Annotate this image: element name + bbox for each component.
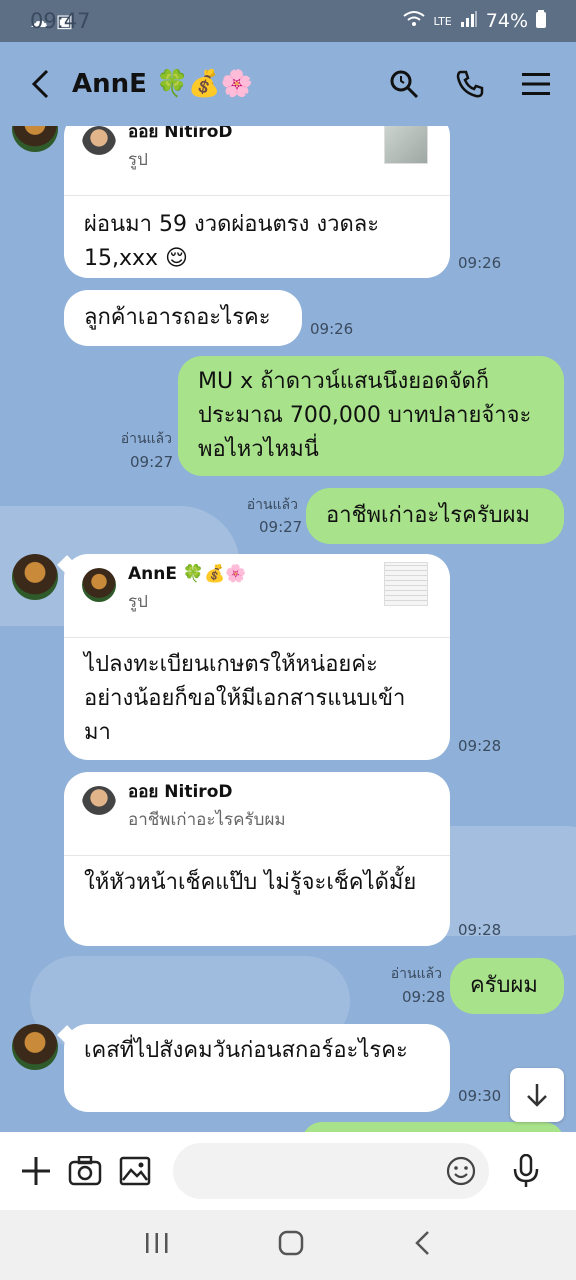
- message-text: MU x ถ้าดาวน์แสนนึงยอดจัดก็ประมาณ 700,00…: [198, 369, 532, 462]
- message-text: เคสที่ไปสังคมวันก่อนสกอร์อะไรคะ: [84, 1038, 408, 1063]
- message-bubble[interactable]: ลูกค้าเอารถอะไรคะ: [64, 290, 302, 346]
- recent-apps-icon[interactable]: [144, 1231, 170, 1259]
- message-bubble[interactable]: เคสที่ไปสังคมวันก่อนสกอร์อะไรคะ: [64, 1024, 450, 1112]
- avatar[interactable]: [12, 126, 58, 152]
- reply-content: รูป: [128, 592, 148, 612]
- reply-content: อาชีพเก่าอะไรครับผม: [128, 810, 286, 830]
- emoji-icon[interactable]: [445, 1155, 477, 1192]
- message-time: 09:26: [310, 320, 354, 338]
- search-icon[interactable]: [384, 64, 424, 104]
- avatar[interactable]: [12, 554, 58, 600]
- reply-sender-name: ออย NitiroD: [128, 782, 233, 802]
- reply-message-bubble[interactable]: AnnE 🍀💰🌸 รูป ไปลงทะเบียนเกษตรให้หน่อยค่ะ…: [64, 554, 450, 760]
- gallery-icon[interactable]: [117, 1150, 153, 1192]
- message-bubble[interactable]: อาชีพเก่าอะไรครับผม: [306, 488, 564, 544]
- scroll-to-bottom-button[interactable]: [510, 1068, 564, 1122]
- message-time: 09:28: [402, 988, 446, 1006]
- read-status: อ่านแล้ว: [246, 497, 298, 513]
- message-time: 09:28: [458, 921, 502, 939]
- signal-icon: [460, 10, 478, 32]
- chat-header: AnnE 🍀💰🌸: [0, 42, 576, 126]
- reply-image-thumbnail: [384, 562, 428, 606]
- reply-preview[interactable]: ออย NitiroD อาชีพเก่าอะไรครับผม: [64, 772, 450, 856]
- message-time: 09:26: [458, 254, 502, 272]
- microphone-icon[interactable]: [509, 1150, 545, 1192]
- message-bubble[interactable]: [302, 1122, 564, 1132]
- read-status: อ่านแล้ว: [120, 431, 172, 447]
- reply-avatar: [82, 126, 116, 160]
- message-time: 09:30: [458, 1087, 502, 1105]
- phone-icon[interactable]: [450, 64, 490, 104]
- network-label: LTE: [433, 14, 452, 28]
- reply-avatar: [82, 786, 116, 820]
- back-button[interactable]: [20, 64, 60, 104]
- message-time: 09:27: [259, 518, 303, 536]
- message-text: ให้หัวหน้าเช็คแป๊บ ไม่รู้จะเช็คได้มั้ย: [84, 870, 417, 895]
- message-text: ครับผม: [470, 973, 538, 998]
- reply-content: รูป: [128, 150, 148, 170]
- plus-icon[interactable]: [18, 1150, 54, 1192]
- battery-percent: 74%: [485, 10, 528, 32]
- status-time: 09:47: [30, 9, 91, 33]
- back-nav-icon[interactable]: [412, 1230, 432, 1260]
- chat-area[interactable]: ออย NitiroD รูป ผ่อนมา 59 งวดผ่อนตรง งวด…: [0, 126, 576, 1132]
- message-input-bar: [0, 1132, 576, 1210]
- contact-name[interactable]: AnnE 🍀💰🌸: [72, 69, 253, 99]
- reply-sender-name: ออย NitiroD: [128, 126, 233, 142]
- reply-preview[interactable]: ออย NitiroD รูป: [64, 126, 450, 196]
- message-bubble[interactable]: MU x ถ้าดาวน์แสนนึงยอดจัดก็ประมาณ 700,00…: [178, 356, 564, 476]
- camera-icon[interactable]: [68, 1150, 104, 1192]
- battery-icon: [536, 9, 546, 33]
- message-input[interactable]: [172, 1143, 489, 1199]
- reply-avatar: [82, 568, 116, 602]
- wifi-icon: [403, 10, 426, 33]
- reply-message-bubble[interactable]: ออย NitiroD อาชีพเก่าอะไรครับผม ให้หัวหน…: [64, 772, 450, 946]
- reply-message-bubble[interactable]: ออย NitiroD รูป ผ่อนมา 59 งวดผ่อนตรง งวด…: [64, 126, 450, 278]
- status-bar: 09:47 ☁ ▣ LTE 74%: [0, 0, 576, 42]
- home-icon[interactable]: [278, 1230, 304, 1260]
- message-text: อาชีพเก่าอะไรครับผม: [326, 503, 530, 528]
- message-text: ไปลงทะเบียนเกษตรให้หน่อยค่ะ อย่างน้อยก็ข…: [84, 652, 406, 745]
- message-time: 09:28: [458, 737, 502, 755]
- message-text: ลูกค้าเอารถอะไรคะ: [84, 305, 271, 330]
- message-time: 09:27: [130, 453, 174, 471]
- menu-icon[interactable]: [516, 64, 556, 104]
- reply-sender-name: AnnE 🍀💰🌸: [128, 564, 247, 584]
- message-bubble[interactable]: ครับผม: [450, 958, 564, 1014]
- message-text: ผ่อนมา 59 งวดผ่อนตรง งวดละ 15,xxx 😌: [84, 212, 380, 271]
- read-status: อ่านแล้ว: [390, 966, 442, 982]
- reply-preview[interactable]: AnnE 🍀💰🌸 รูป: [64, 554, 450, 638]
- avatar[interactable]: [12, 1024, 58, 1070]
- reply-image-thumbnail: [384, 126, 428, 164]
- system-navigation-bar: [0, 1210, 576, 1280]
